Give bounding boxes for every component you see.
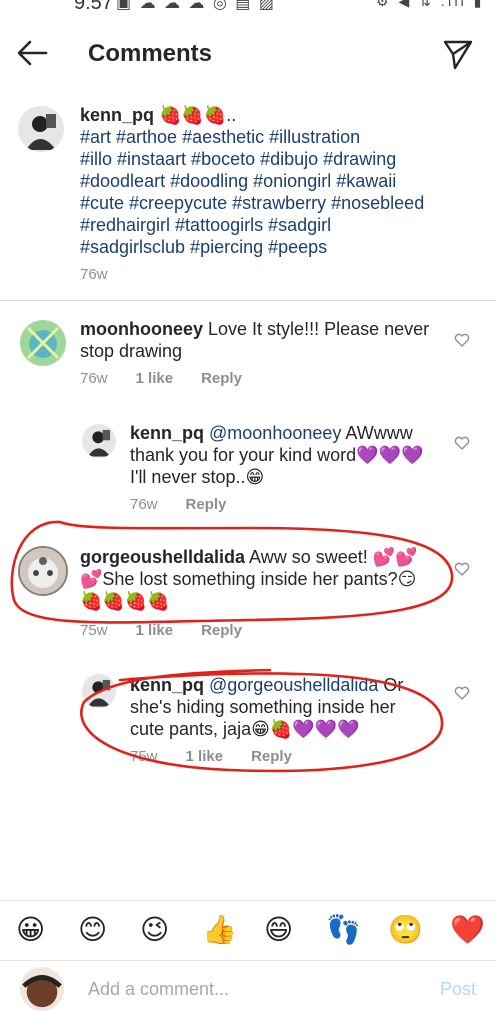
reply-1-username[interactable]: kenn_pq xyxy=(130,423,204,443)
comment-1-line-2: stop drawing xyxy=(80,341,183,361)
emoji-grin-button[interactable]: 😄 xyxy=(264,915,293,945)
avatar-kenn-pq[interactable] xyxy=(18,106,64,152)
reply-2-username[interactable]: kenn_pq xyxy=(130,675,204,695)
comment-2-username[interactable]: gorgeoushelldalida xyxy=(80,547,245,567)
status-notification-icons: ▣ ☁ ☁ ☁ ◎ ▤ ▨ xyxy=(116,0,276,12)
reply-2-likes[interactable]: 1 like xyxy=(186,748,224,765)
caption-username[interactable]: kenn_pq xyxy=(80,105,154,125)
comment-1-like-icon[interactable] xyxy=(454,333,470,347)
reply-1-line-1: kenn_pq @moonhooneey AWwww xyxy=(130,423,413,443)
reply-1-mention[interactable]: @moonhooneey xyxy=(204,423,341,443)
comment-2-meta: 75w 1 like Reply xyxy=(80,622,270,639)
current-user-avatar xyxy=(20,967,64,1011)
avatar-kenn-pq-reply[interactable] xyxy=(82,424,116,458)
comment-composer: Add a comment... Post xyxy=(0,960,496,1011)
caption-hashtags-5[interactable]: #redhairgirl #tattoogirls #sadgirl xyxy=(80,214,331,236)
reply-1-line-3: I'll never stop..😁 xyxy=(130,467,265,487)
arrow-left-icon[interactable] xyxy=(16,38,50,68)
emoji-quick-bar: 😀 😊 😉 👍 😄 👣 🙄 ❤️ xyxy=(0,900,496,961)
caption-hashtags-2[interactable]: #illo #instaart #boceto #dibujo #drawing xyxy=(80,148,396,170)
reply-2-reply-button[interactable]: Reply xyxy=(251,748,292,765)
reply-2-like-icon[interactable] xyxy=(454,686,470,700)
caption-hashtags-6[interactable]: #sadgirlsclub #piercing #peeps xyxy=(80,236,327,258)
emoji-footprints-button[interactable]: 👣 xyxy=(326,915,361,945)
emoji-winking-button[interactable]: 😉 xyxy=(140,915,169,945)
avatar-art-icon xyxy=(82,424,116,458)
comment-2-time: 75w xyxy=(80,622,108,639)
avatar-art-icon xyxy=(20,320,66,366)
reply-1-line-2: thank you for your kind word💜💜💜 xyxy=(130,445,424,465)
avatar-art-icon xyxy=(20,548,66,594)
reply-1-reply-button[interactable]: Reply xyxy=(186,496,227,513)
avatar-gorgeoushelldalida[interactable] xyxy=(18,546,68,596)
reply-1-meta: 76w Reply xyxy=(130,496,254,513)
comment-2-line-2: 💕She lost something inside her pants?😏 xyxy=(80,569,417,589)
paper-plane-icon[interactable] xyxy=(442,38,474,70)
comment-2-like-icon[interactable] xyxy=(454,562,470,576)
emoji-thumbs-up-button[interactable]: 👍 xyxy=(202,915,237,945)
reply-2-line-3: cute pants, jaja😁🍓💜💜💜 xyxy=(130,719,360,739)
comment-1-username[interactable]: moonhooneey xyxy=(80,319,203,339)
comment-1-likes[interactable]: 1 like xyxy=(136,370,174,387)
emoji-smiling-button[interactable]: 😊 xyxy=(78,915,107,945)
emoji-eye-roll-button[interactable]: 🙄 xyxy=(388,915,423,945)
caption-hashtags-4[interactable]: #cute #creepycute #strawberry #nosebleed xyxy=(80,192,424,214)
comment-1-time: 76w xyxy=(80,370,108,387)
caption-line-1: kenn_pq 🍓🍓🍓.. xyxy=(80,105,237,125)
avatar-art-icon xyxy=(20,967,64,1011)
caption-hashtags-3[interactable]: #doodleart #doodling #oniongirl #kawaii xyxy=(80,170,396,192)
reply-2-line-2: she's hiding something inside her xyxy=(130,697,396,717)
post-button[interactable]: Post xyxy=(440,979,476,1000)
reply-2-time: 75w xyxy=(130,748,158,765)
emoji-heart-button[interactable]: ❤️ xyxy=(450,915,485,945)
comment-2-reply-button[interactable]: Reply xyxy=(201,622,242,639)
comment-2-likes[interactable]: 1 like xyxy=(136,622,174,639)
emoji-grinning-button[interactable]: 😀 xyxy=(16,915,45,945)
caption-timestamp: 76w xyxy=(80,266,108,283)
comment-1-reply-button[interactable]: Reply xyxy=(201,370,242,387)
avatar-kenn-pq-reply-2[interactable] xyxy=(82,674,116,708)
comment-input[interactable]: Add a comment... xyxy=(88,979,229,1000)
avatar-art-icon xyxy=(82,674,116,708)
reply-2-mention[interactable]: @gorgeoushelldalida xyxy=(204,675,378,695)
caption-hashtags-1[interactable]: #art #arthoe #aesthetic #illustration xyxy=(80,126,360,148)
status-system-icons: ⚙ ◀ ⇅ .ıll ▮ xyxy=(376,0,485,9)
caption-divider xyxy=(0,300,496,301)
comment-2-line-3: 🍓🍓🍓🍓 xyxy=(80,591,170,611)
page-title: Comments xyxy=(88,40,213,67)
status-time: 9:57 xyxy=(74,0,113,14)
status-bar: 9:57 ▣ ☁ ☁ ☁ ◎ ▤ ▨ ⚙ ◀ ⇅ .ıll ▮ xyxy=(0,0,496,14)
comment-1-line-1: moonhooneey Love It style!!! Please neve… xyxy=(80,319,430,339)
avatar-moonhooneey[interactable] xyxy=(20,320,66,366)
reply-1-like-icon[interactable] xyxy=(454,436,470,450)
header-bar: Comments xyxy=(0,22,496,86)
reply-2-meta: 75w 1 like Reply xyxy=(130,748,320,765)
reply-2-line-1: kenn_pq @gorgeoushelldalida Or xyxy=(130,675,404,695)
reply-1-time: 76w xyxy=(130,496,158,513)
avatar-art-icon xyxy=(18,106,64,152)
comment-2-line-1: gorgeoushelldalida Aww so sweet! 💕💕 xyxy=(80,547,418,567)
comment-1-meta: 76w 1 like Reply xyxy=(80,370,270,387)
